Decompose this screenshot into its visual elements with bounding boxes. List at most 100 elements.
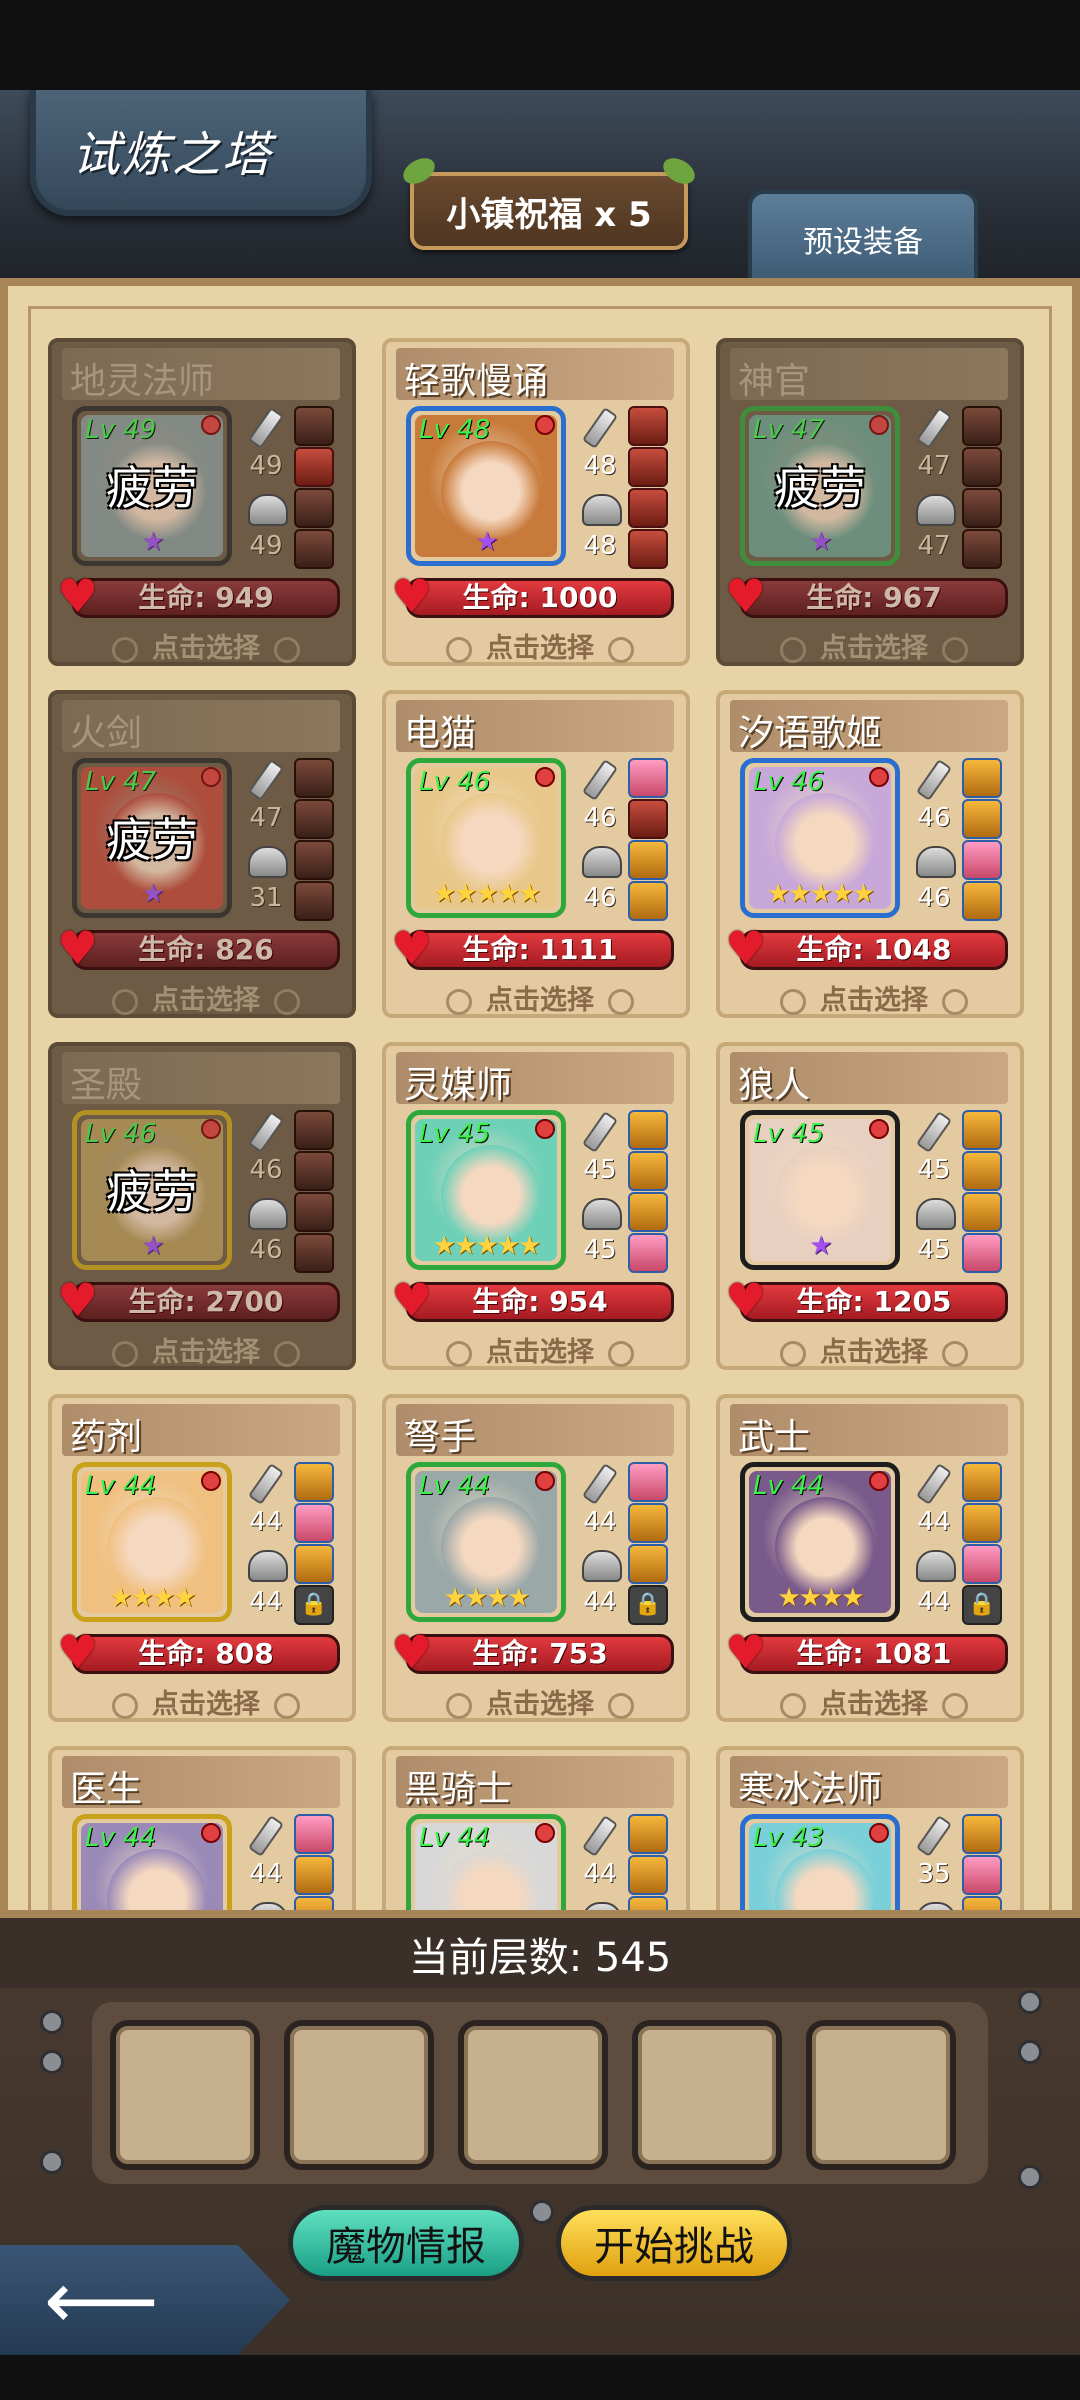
equipment-slot[interactable] (962, 840, 1002, 880)
equipment-slot-locked[interactable]: 🔒 (962, 1585, 1002, 1625)
team-slot[interactable] (110, 2020, 260, 2170)
equipment-slot[interactable] (294, 1544, 334, 1584)
hero-card[interactable]: 汐语歌姬 Lv 46 ★★★★★ 46 46 ♥ 生命: 1048 点击选择 (716, 690, 1024, 1018)
equipment-slot[interactable] (962, 1192, 1002, 1232)
equipment-slot[interactable] (294, 1855, 334, 1895)
hero-list-panel[interactable]: 地灵法师 Lv 49 ★ 疲劳 49 49 ♥ 生命: 949 点击选择 轻歌慢… (0, 278, 1080, 1918)
hero-portrait[interactable]: Lv 44 (406, 1814, 566, 1910)
hero-portrait[interactable]: Lv 48 ★ (406, 406, 566, 566)
equipment-slot[interactable] (294, 1192, 334, 1232)
equipment-slot[interactable] (962, 1855, 1002, 1895)
equipment-slot[interactable] (628, 1544, 668, 1584)
select-button[interactable]: 点击选择 (406, 1330, 674, 1368)
equipment-slot[interactable] (628, 529, 668, 569)
equipment-slot[interactable] (628, 1462, 668, 1502)
equipment-slot[interactable] (962, 1462, 1002, 1502)
equipment-slot[interactable] (294, 488, 334, 528)
equipment-slot[interactable] (962, 1233, 1002, 1273)
equipment-slot[interactable] (294, 881, 334, 921)
select-button[interactable]: 点击选择 (740, 1682, 1008, 1720)
team-slot[interactable] (632, 2020, 782, 2170)
hero-card[interactable]: 灵媒师 Lv 45 ★★★★★ 45 45 ♥ 生命: 954 点击选择 (382, 1042, 690, 1370)
equipment-slot[interactable] (628, 1503, 668, 1543)
equipment-slot[interactable] (628, 799, 668, 839)
equipment-slot[interactable] (962, 1110, 1002, 1150)
hero-portrait[interactable]: Lv 44 ★★★★ (406, 1462, 566, 1622)
equipment-slot[interactable] (962, 488, 1002, 528)
equipment-slot[interactable] (294, 1110, 334, 1150)
hero-card[interactable]: 火剑 Lv 47 ★ 疲劳 47 31 ♥ 生命: 826 点击选择 (48, 690, 356, 1018)
equipment-slot[interactable] (628, 406, 668, 446)
equipment-slot[interactable] (962, 529, 1002, 569)
equipment-slot[interactable] (294, 1814, 334, 1854)
equipment-slot[interactable] (962, 799, 1002, 839)
team-slot[interactable] (284, 2020, 434, 2170)
equipment-slot[interactable] (962, 881, 1002, 921)
equipment-slot[interactable] (294, 529, 334, 569)
equipment-slot[interactable] (962, 406, 1002, 446)
equipment-slot[interactable] (962, 1544, 1002, 1584)
equipment-slot[interactable] (294, 406, 334, 446)
equipment-slot[interactable] (962, 1896, 1002, 1910)
hero-portrait[interactable]: Lv 44 ★★★★ (740, 1462, 900, 1622)
hero-portrait[interactable]: Lv 46 ★★★★★ (740, 758, 900, 918)
equipment-slot[interactable] (628, 840, 668, 880)
hero-card[interactable]: 药剂 Lv 44 ★★★★ 44 44 🔒 ♥ 生命: 808 点击选择 (48, 1394, 356, 1722)
equipment-slot[interactable] (628, 488, 668, 528)
equipment-slot[interactable] (628, 758, 668, 798)
equipment-slot[interactable] (628, 1192, 668, 1232)
equipment-slot[interactable] (628, 1233, 668, 1273)
hero-portrait[interactable]: Lv 46 ★★★★★ (406, 758, 566, 918)
hero-portrait[interactable]: Lv 45 ★ (740, 1110, 900, 1270)
hero-card[interactable]: 地灵法师 Lv 49 ★ 疲劳 49 49 ♥ 生命: 949 点击选择 (48, 338, 356, 666)
equipment-slot-locked[interactable]: 🔒 (628, 1585, 668, 1625)
equipment-slot-locked[interactable]: 🔒 (294, 1585, 334, 1625)
select-button[interactable]: 点击选择 (740, 626, 1008, 664)
equipment-slot[interactable] (294, 1896, 334, 1910)
equipment-slot[interactable] (962, 1151, 1002, 1191)
equipment-slot[interactable] (294, 1503, 334, 1543)
equipment-slot[interactable] (294, 1462, 334, 1502)
select-button[interactable]: 点击选择 (72, 978, 340, 1016)
equipment-slot[interactable] (628, 1896, 668, 1910)
equipment-slot[interactable] (294, 1233, 334, 1273)
equipment-slot[interactable] (962, 758, 1002, 798)
equipment-slot[interactable] (962, 1814, 1002, 1854)
select-button[interactable]: 点击选择 (406, 1682, 674, 1720)
back-button[interactable]: ⟵ (0, 2245, 290, 2355)
hero-card[interactable]: 圣殿 Lv 46 ★ 疲劳 46 46 ♥ 生命: 2700 点击选择 (48, 1042, 356, 1370)
equipment-slot[interactable] (962, 447, 1002, 487)
select-button[interactable]: 点击选择 (406, 626, 674, 664)
equipment-slot[interactable] (962, 1503, 1002, 1543)
hero-card[interactable]: 医生 Lv 44 44 (48, 1746, 356, 1910)
hero-card[interactable]: 神官 Lv 47 ★ 疲劳 47 47 ♥ 生命: 967 点击选择 (716, 338, 1024, 666)
equipment-slot[interactable] (628, 1814, 668, 1854)
equipment-slot[interactable] (628, 447, 668, 487)
equipment-slot[interactable] (628, 881, 668, 921)
blessing-badge[interactable]: 小镇祝福 x 5 (398, 152, 700, 250)
equipment-slot[interactable] (294, 447, 334, 487)
equipment-slot[interactable] (294, 758, 334, 798)
hero-card[interactable]: 黑骑士 Lv 44 44 (382, 1746, 690, 1910)
select-button[interactable]: 点击选择 (72, 1682, 340, 1720)
select-button[interactable]: 点击选择 (740, 1330, 1008, 1368)
hero-card[interactable]: 寒冰法师 Lv 43 35 (716, 1746, 1024, 1910)
hero-portrait[interactable]: Lv 45 ★★★★★ (406, 1110, 566, 1270)
select-button[interactable]: 点击选择 (740, 978, 1008, 1016)
hero-card[interactable]: 轻歌慢诵 Lv 48 ★ 48 48 ♥ 生命: 1000 点击选择 (382, 338, 690, 666)
select-button[interactable]: 点击选择 (72, 1330, 340, 1368)
equipment-slot[interactable] (628, 1151, 668, 1191)
hero-card[interactable]: 电猫 Lv 46 ★★★★★ 46 46 ♥ 生命: 1111 点击选择 (382, 690, 690, 1018)
team-slot[interactable] (458, 2020, 608, 2170)
equipment-slot[interactable] (294, 799, 334, 839)
equipment-slot[interactable] (294, 1151, 334, 1191)
hero-card[interactable]: 武士 Lv 44 ★★★★ 44 44 🔒 ♥ 生命: 1081 点击选择 (716, 1394, 1024, 1722)
team-slot[interactable] (806, 2020, 956, 2170)
hero-portrait[interactable]: Lv 44 ★★★★ (72, 1462, 232, 1622)
hero-card[interactable]: 狼人 Lv 45 ★ 45 45 ♥ 生命: 1205 点击选择 (716, 1042, 1024, 1370)
hero-portrait[interactable]: Lv 43 (740, 1814, 900, 1910)
hero-portrait[interactable]: Lv 44 (72, 1814, 232, 1910)
select-button[interactable]: 点击选择 (406, 978, 674, 1016)
start-challenge-button[interactable]: 开始挑战 (556, 2205, 792, 2281)
equipment-slot[interactable] (628, 1110, 668, 1150)
